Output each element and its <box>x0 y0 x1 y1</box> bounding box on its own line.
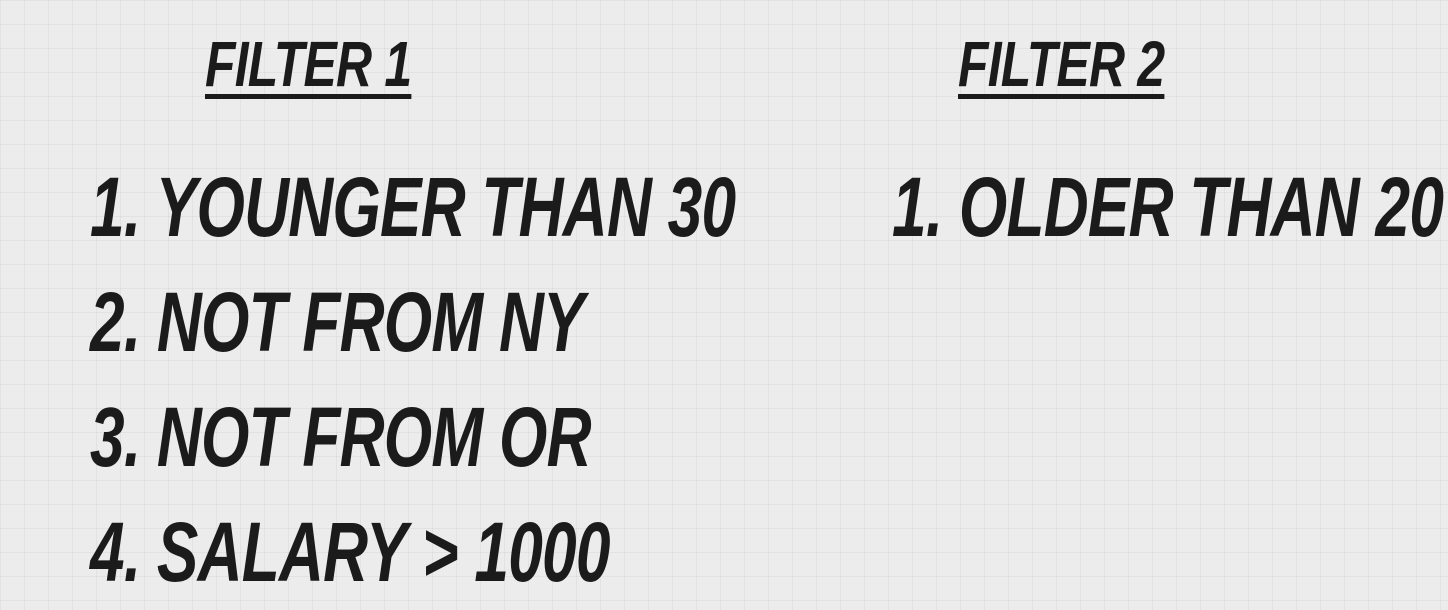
filter-2-criterion: 1. OLDER THAN 20 <box>892 160 1444 254</box>
filter-1-criterion: 4. SALARY > 1000 <box>90 505 610 599</box>
filter-board: FILTER 1 1. YOUNGER THAN 30 2. NOT FROM … <box>0 0 1448 599</box>
filter-1-title: FILTER 1 <box>205 28 412 100</box>
filter-1-criteria: 1. YOUNGER THAN 30 2. NOT FROM NY 3. NOT… <box>90 150 962 610</box>
filter-1-criterion: 2. NOT FROM NY <box>90 275 585 369</box>
filter-2-title: FILTER 2 <box>958 28 1165 100</box>
filter-1-criterion: 3. NOT FROM OR <box>90 390 591 484</box>
filter-2-criteria: 1. OLDER THAN 20 <box>892 150 1448 265</box>
filter-1-criterion: 1. YOUNGER THAN 30 <box>90 160 736 254</box>
